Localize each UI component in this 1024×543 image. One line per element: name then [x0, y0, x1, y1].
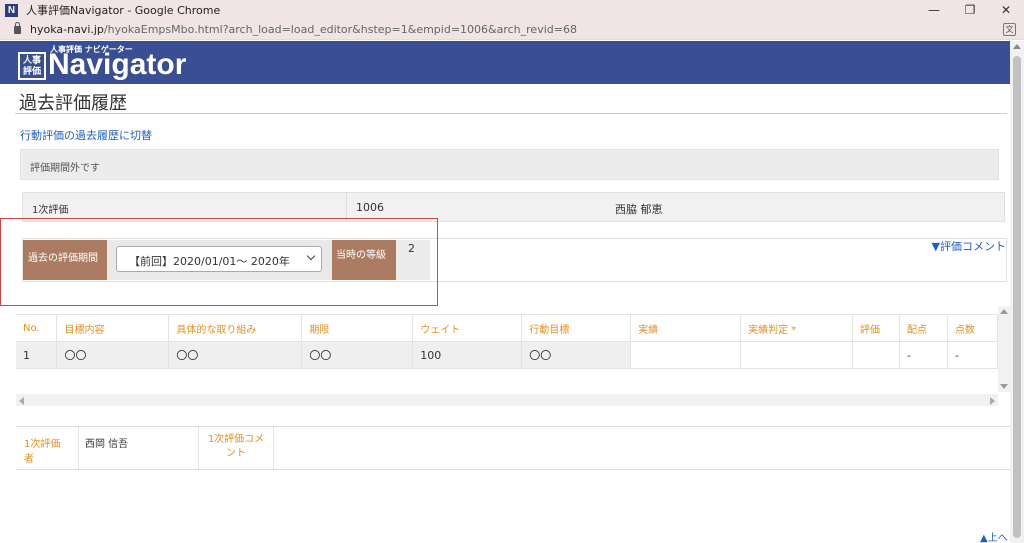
restore-button[interactable]: ❐ [952, 0, 988, 20]
cell-allocation: - [899, 341, 948, 369]
col-header-allocation: 配点 [899, 314, 948, 342]
url-domain: hyoka-navi.jp [30, 23, 104, 36]
window-title: 人事評価Navigator - Google Chrome [26, 4, 221, 17]
evaluator-comment-label: 1次評価コメント [198, 427, 274, 469]
evaluator-label: 1次評価者 [24, 439, 61, 465]
scroll-down-icon[interactable] [1000, 384, 1008, 389]
employee-name: 西脇 郁恵 [615, 203, 663, 216]
col-header-rating: 評価 [852, 314, 900, 342]
col-header-behavior-goal: 行動目標 [521, 314, 632, 342]
address-bar[interactable]: hyoka-navi.jp/hyokaEmpsMbo.html?arch_loa… [0, 20, 1024, 40]
col-header-no: No. [16, 314, 58, 342]
page-title: 過去評価履歴 [19, 93, 127, 114]
col-header-result-judgement: 実績判定 * [740, 314, 853, 342]
table-row: 1 〇〇 〇〇 〇〇 100 〇〇 - - [16, 341, 999, 369]
cell-behavior-goal: 〇〇 [521, 341, 632, 369]
lock-icon [14, 21, 21, 34]
back-to-top-link[interactable]: ▲上へ [980, 529, 1008, 543]
cell-score: - [947, 341, 999, 369]
page-scrollbar[interactable] [1010, 41, 1024, 543]
scroll-up-icon[interactable] [1013, 44, 1021, 49]
table-header-row: No. 目標内容 具体的な取り組み 期限 ウェイト 行動目標 実績 実績判定 *… [16, 314, 999, 342]
col-header-result: 実績 [630, 314, 742, 342]
col-header-weight: ウェイト [412, 314, 523, 342]
window-titlebar: N 人事評価Navigator - Google Chrome — ❐ ✕ [0, 0, 1024, 20]
scrollbar-thumb[interactable] [1013, 56, 1021, 538]
cell-rating [852, 341, 900, 369]
cell-no: 1 [16, 341, 58, 369]
objectives-table: No. 目標内容 具体的な取り組み 期限 ウェイト 行動目標 実績 実績判定 *… [16, 314, 999, 369]
app-icon: N [5, 3, 18, 17]
info-message: 評価期間外です [20, 149, 999, 180]
url-text[interactable]: hyoka-navi.jp/hyokaEmpsMbo.html?arch_loa… [30, 23, 577, 36]
logo-mark-icon: 人事 評価 [18, 52, 46, 80]
scroll-left-icon[interactable] [19, 397, 24, 405]
col-header-score: 点数 [947, 314, 999, 342]
col-header-actions: 具体的な取り組み [168, 314, 303, 342]
site-logo[interactable]: 人事 評価 人事評価 ナビゲーター Navigator [18, 44, 186, 81]
evaluator-name: 西岡 信吾 [78, 427, 198, 469]
cell-result-judgement [740, 341, 853, 369]
evaluation-comment-toggle[interactable]: ▼評価コメント [932, 238, 1006, 254]
cell-result [630, 341, 742, 369]
col-header-deadline: 期限 [301, 314, 414, 342]
minimize-button[interactable]: — [916, 0, 952, 20]
table-horizontal-scrollbar[interactable] [16, 394, 998, 406]
site-header: 人事 評価 人事評価 ナビゲーター Navigator [0, 41, 1010, 84]
close-button[interactable]: ✕ [988, 0, 1024, 20]
highlight-frame [0, 218, 438, 306]
col-header-objective: 目標内容 [56, 314, 170, 342]
switch-behavior-history-link[interactable]: 行動評価の過去履歴に切替 [20, 127, 152, 143]
scroll-right-icon[interactable] [990, 397, 995, 405]
translate-icon[interactable]: 文 [1003, 23, 1016, 36]
logo-text: Navigator [48, 48, 187, 81]
cell-objective: 〇〇 [56, 341, 170, 369]
scroll-up-icon[interactable] [1000, 309, 1008, 314]
cell-actions: 〇〇 [168, 341, 303, 369]
cell-weight: 100 [412, 341, 523, 369]
url-path: /hyokaEmpsMbo.html?arch_load=load_editor… [103, 23, 577, 36]
evaluation-stage: 1次評価 [23, 193, 347, 221]
cell-deadline: 〇〇 [301, 341, 414, 369]
title-divider [15, 113, 1007, 114]
window-controls: — ❐ ✕ [916, 0, 1024, 20]
table-vertical-scrollbar[interactable] [998, 306, 1010, 392]
employee-id: 1006 [356, 201, 384, 214]
